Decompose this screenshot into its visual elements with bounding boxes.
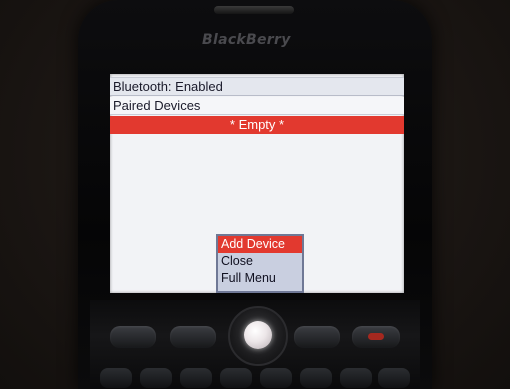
end-call-key[interactable] (352, 326, 400, 348)
keyboard-key[interactable] (220, 368, 252, 388)
earpiece (214, 6, 294, 14)
keyboard-key[interactable] (340, 368, 372, 388)
back-key-icon[interactable] (294, 326, 340, 348)
device-screen: Bluetooth: Enabled Paired Devices * Empt… (110, 74, 404, 293)
keyboard-key[interactable] (100, 368, 132, 388)
send-key-icon[interactable] (110, 326, 156, 348)
menu-item-full-menu[interactable]: Full Menu (218, 270, 302, 287)
keyboard-key[interactable] (260, 368, 292, 388)
trackball-icon[interactable] (244, 321, 272, 349)
keyboard-key[interactable] (300, 368, 332, 388)
trackball-ring (228, 306, 288, 366)
keyboard-row (100, 364, 410, 389)
menu-key-icon[interactable] (170, 326, 216, 348)
menu-item-close[interactable]: Close (218, 253, 302, 270)
keyboard-key[interactable] (180, 368, 212, 388)
keyboard-key[interactable] (140, 368, 172, 388)
end-call-icon (368, 333, 384, 340)
keypad-area (90, 300, 420, 389)
context-menu: Add Device Close Full Menu (216, 234, 304, 293)
brand-logo: BlackBerry (202, 32, 291, 48)
keyboard-key[interactable] (378, 368, 410, 388)
paired-devices-header: Paired Devices (110, 97, 404, 115)
empty-list-item[interactable]: * Empty * (110, 116, 404, 134)
bluetooth-status[interactable]: Bluetooth: Enabled (110, 77, 404, 96)
menu-item-add-device[interactable]: Add Device (218, 236, 302, 253)
